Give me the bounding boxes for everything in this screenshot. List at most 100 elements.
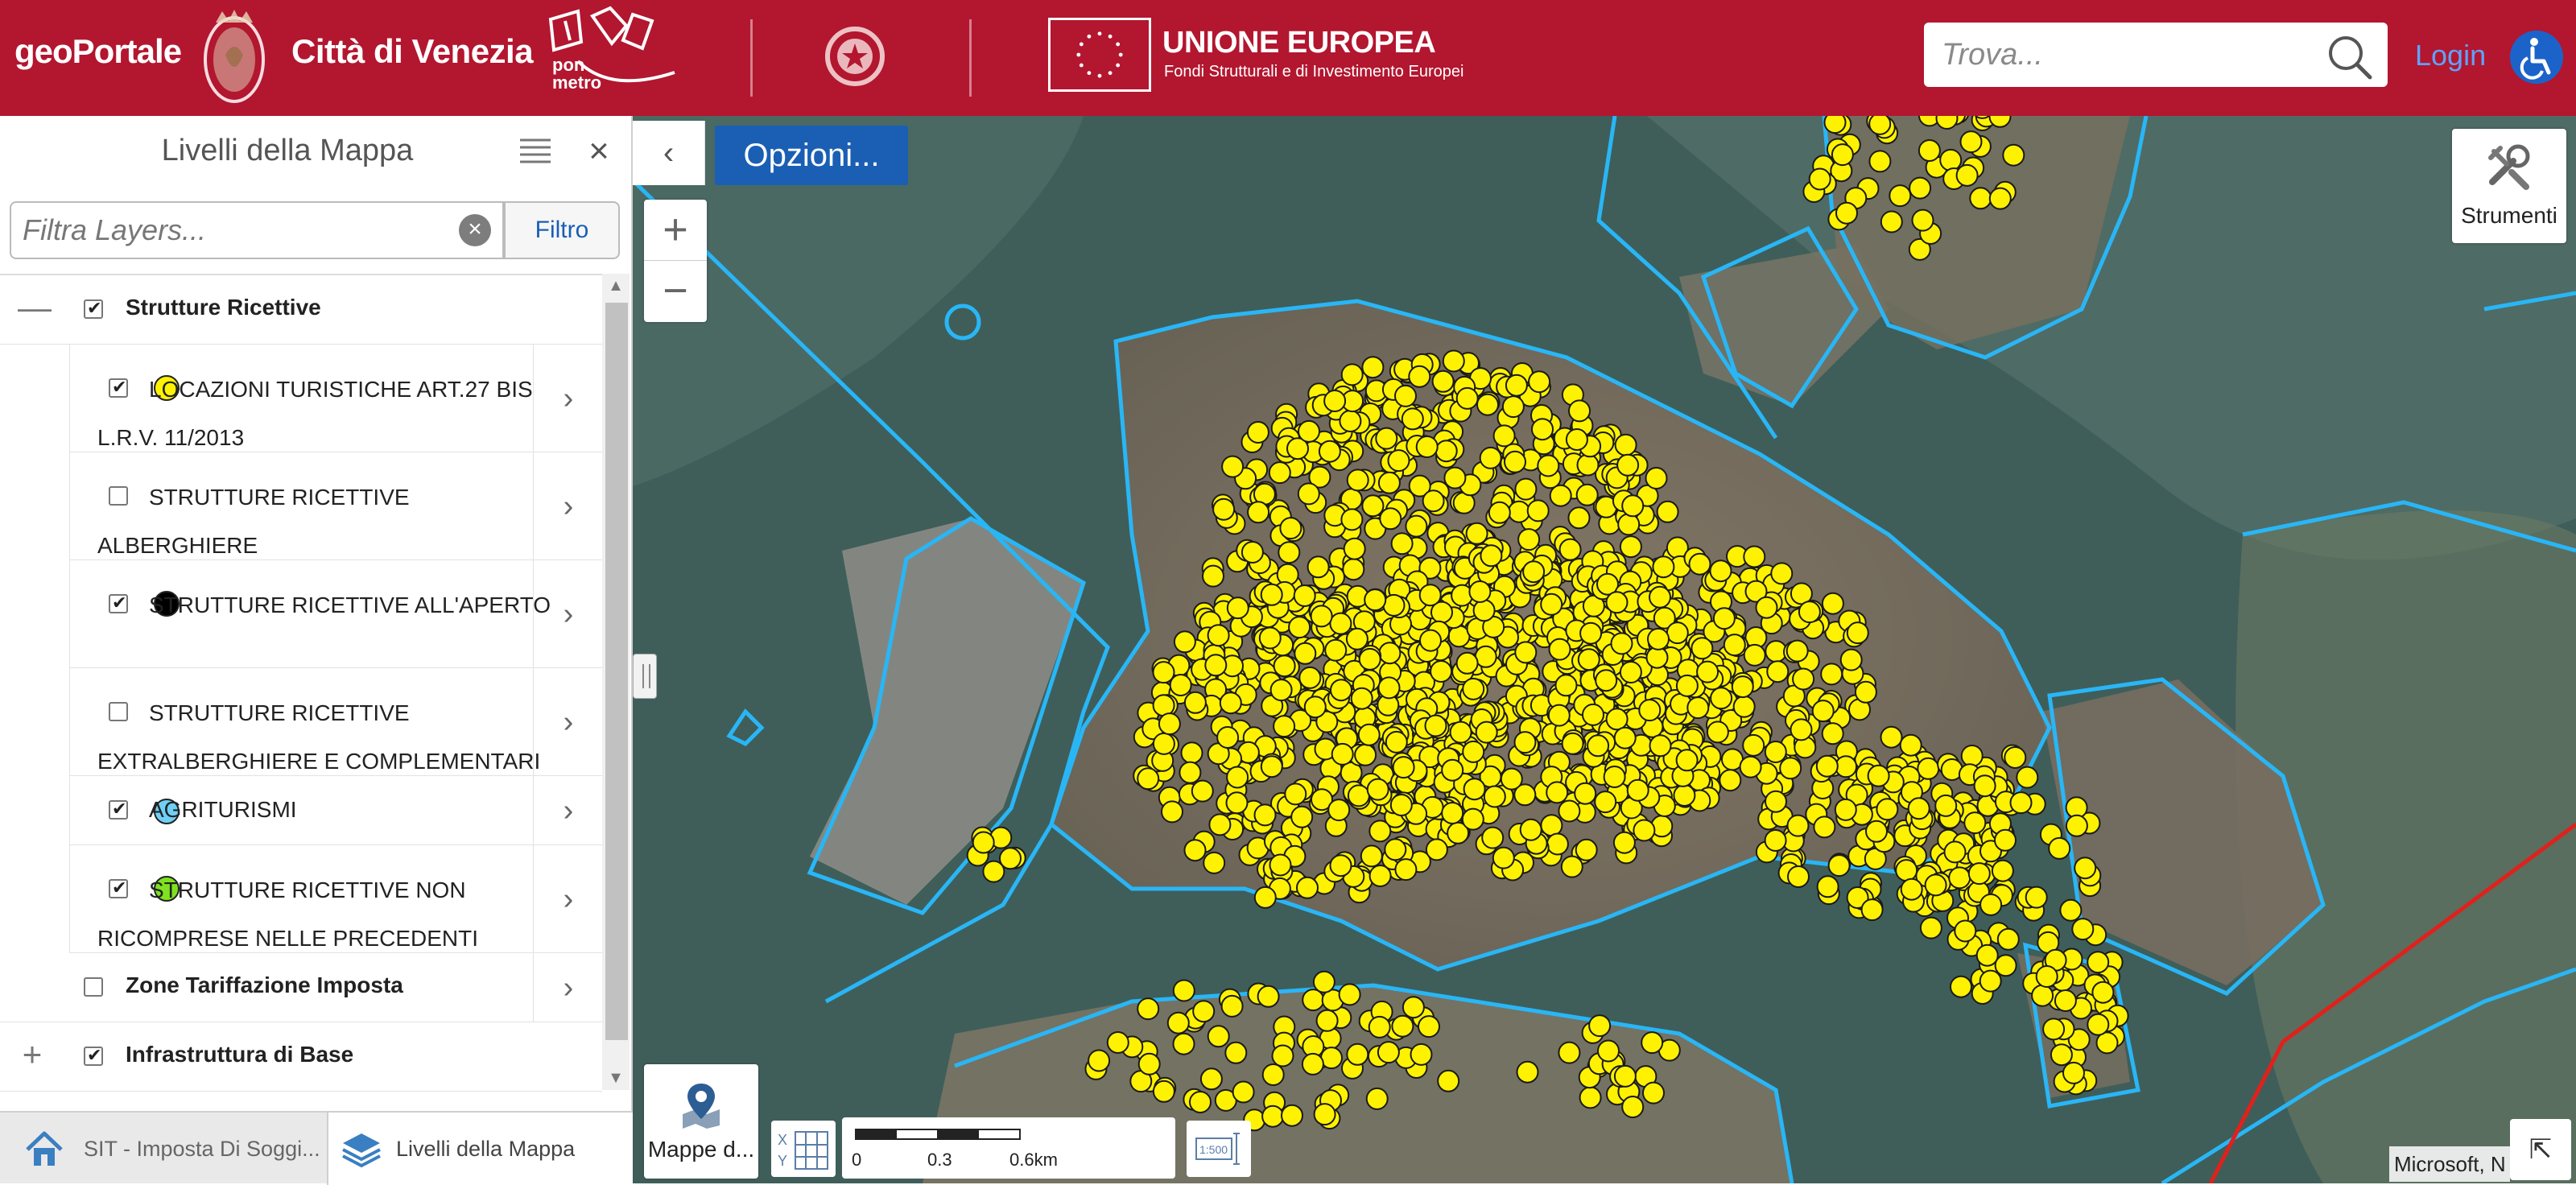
accessibility-icon[interactable]	[2510, 31, 2563, 84]
map-point-marker[interactable]	[1461, 807, 1484, 831]
map-point-marker[interactable]	[1173, 630, 1196, 654]
map-point-marker[interactable]	[1811, 700, 1835, 723]
options-button[interactable]: Opzioni...	[715, 126, 908, 185]
map-point-marker[interactable]	[1959, 130, 1983, 154]
map-point-marker[interactable]	[1513, 731, 1537, 754]
map-point-marker[interactable]	[1605, 591, 1629, 614]
map-point-marker[interactable]	[1281, 1104, 1303, 1127]
map-point-marker[interactable]	[2071, 918, 2095, 941]
map-point-marker[interactable]	[1723, 634, 1746, 657]
map-point-marker[interactable]	[1546, 781, 1569, 804]
map-point-marker[interactable]	[1183, 691, 1207, 714]
map-point-marker[interactable]	[1339, 410, 1362, 432]
map-point-marker[interactable]	[1225, 791, 1249, 815]
map-point-marker[interactable]	[1183, 839, 1207, 862]
map-point-marker[interactable]	[1402, 996, 1425, 1019]
map-point-marker[interactable]	[1839, 648, 1863, 671]
map-point-marker[interactable]	[1260, 583, 1283, 606]
map-point-marker[interactable]	[1709, 559, 1732, 583]
map-point-marker[interactable]	[1531, 418, 1554, 441]
map-point-marker[interactable]	[1626, 778, 1649, 802]
map-point-marker[interactable]	[1192, 1000, 1216, 1023]
map-point-marker[interactable]	[2059, 898, 2083, 922]
map-point-marker[interactable]	[1656, 500, 1679, 523]
map-view[interactable]	[633, 116, 2576, 1183]
map-point-marker[interactable]	[1645, 467, 1668, 489]
map-point-marker[interactable]	[1191, 779, 1214, 803]
map-point-marker[interactable]	[2054, 989, 2077, 1012]
map-point-marker[interactable]	[1358, 647, 1381, 671]
map-point-marker[interactable]	[1418, 1015, 1440, 1038]
map-point-marker[interactable]	[1617, 513, 1641, 536]
map-point-marker[interactable]	[1846, 621, 1869, 645]
map-point-marker[interactable]	[1955, 163, 1979, 187]
map-point-marker[interactable]	[1241, 541, 1264, 564]
map-point-marker[interactable]	[1911, 209, 1934, 232]
map-point-marker[interactable]	[1320, 1047, 1343, 1070]
map-point-marker[interactable]	[1172, 1032, 1195, 1055]
map-point-marker[interactable]	[1318, 440, 1341, 463]
map-point-marker[interactable]	[2065, 814, 2088, 837]
map-point-marker[interactable]	[1514, 641, 1538, 664]
layer-item[interactable]: LOCAZIONI TURISTICHE ART.27 BIS L.R.V. 1…	[69, 345, 602, 452]
map-point-marker[interactable]	[1455, 651, 1479, 675]
map-point-marker[interactable]	[1500, 767, 1523, 791]
map-point-marker[interactable]	[1329, 612, 1352, 635]
map-point-marker[interactable]	[1808, 167, 1831, 191]
map-point-marker[interactable]	[982, 860, 1005, 883]
map-point-marker[interactable]	[1472, 599, 1496, 622]
map-point-marker[interactable]	[1501, 395, 1525, 419]
map-point-marker[interactable]	[1189, 1091, 1212, 1113]
layer-item[interactable]: STRUTTURE RICETTIVE ALBERGHIERE ›	[69, 452, 602, 560]
map-point-marker[interactable]	[1967, 862, 1991, 886]
map-point-marker[interactable]	[1560, 855, 1583, 878]
map-point-marker[interactable]	[1441, 802, 1464, 824]
layer-checkbox[interactable]	[84, 1045, 103, 1066]
map-point-marker[interactable]	[2009, 791, 2033, 815]
map-point-marker[interactable]	[2025, 886, 2048, 909]
map-point-marker[interactable]	[1221, 455, 1245, 478]
map-point-marker[interactable]	[1347, 784, 1370, 807]
map-point-marker[interactable]	[1939, 148, 1963, 171]
map-point-marker[interactable]	[1271, 1044, 1294, 1067]
map-point-marker[interactable]	[1158, 712, 1181, 736]
map-point-marker[interactable]	[1288, 616, 1311, 639]
map-point-marker[interactable]	[1558, 799, 1581, 823]
map-point-marker[interactable]	[1969, 187, 1992, 210]
map-point-marker[interactable]	[1675, 749, 1699, 772]
map-point-marker[interactable]	[1365, 1087, 1389, 1110]
map-point-marker[interactable]	[1269, 679, 1293, 702]
map-point-marker[interactable]	[1137, 1052, 1161, 1076]
map-point-marker[interactable]	[1994, 828, 2017, 852]
map-point-marker[interactable]	[1576, 453, 1600, 477]
map-point-marker[interactable]	[1787, 865, 1810, 888]
map-point-marker[interactable]	[1554, 674, 1578, 697]
map-point-marker[interactable]	[1642, 1081, 1665, 1104]
map-point-marker[interactable]	[1594, 791, 1617, 814]
map-point-marker[interactable]	[1516, 1060, 1539, 1084]
map-point-marker[interactable]	[1519, 818, 1542, 841]
map-point-marker[interactable]	[1377, 676, 1401, 700]
map-point-marker[interactable]	[1792, 667, 1815, 691]
map-point-marker[interactable]	[1649, 734, 1672, 758]
layer-item-zone-tariffazione[interactable]: Zone Tariffazione Imposta ›	[0, 953, 602, 1022]
map-point-marker[interactable]	[1619, 535, 1642, 559]
map-point-marker[interactable]	[1876, 798, 1899, 821]
map-point-marker[interactable]	[1779, 757, 1802, 780]
map-point-marker[interactable]	[1253, 886, 1277, 909]
map-point-marker[interactable]	[1610, 632, 1633, 655]
panel-resize-handle[interactable]	[633, 654, 657, 699]
map-point-marker[interactable]	[1346, 469, 1369, 492]
map-point-marker[interactable]	[1220, 994, 1244, 1018]
map-point-marker[interactable]	[1323, 390, 1347, 412]
map-point-marker[interactable]	[1342, 558, 1365, 581]
map-point-marker[interactable]	[1889, 184, 1912, 208]
map-point-marker[interactable]	[1537, 454, 1560, 477]
map-point-marker[interactable]	[1880, 725, 1903, 749]
map-point-marker[interactable]	[1364, 588, 1387, 612]
map-point-marker[interactable]	[1508, 500, 1530, 523]
map-point-marker[interactable]	[1823, 116, 1847, 134]
map-point-marker[interactable]	[1652, 555, 1675, 579]
map-point-marker[interactable]	[1480, 544, 1503, 568]
map-point-marker[interactable]	[1579, 1086, 1602, 1109]
